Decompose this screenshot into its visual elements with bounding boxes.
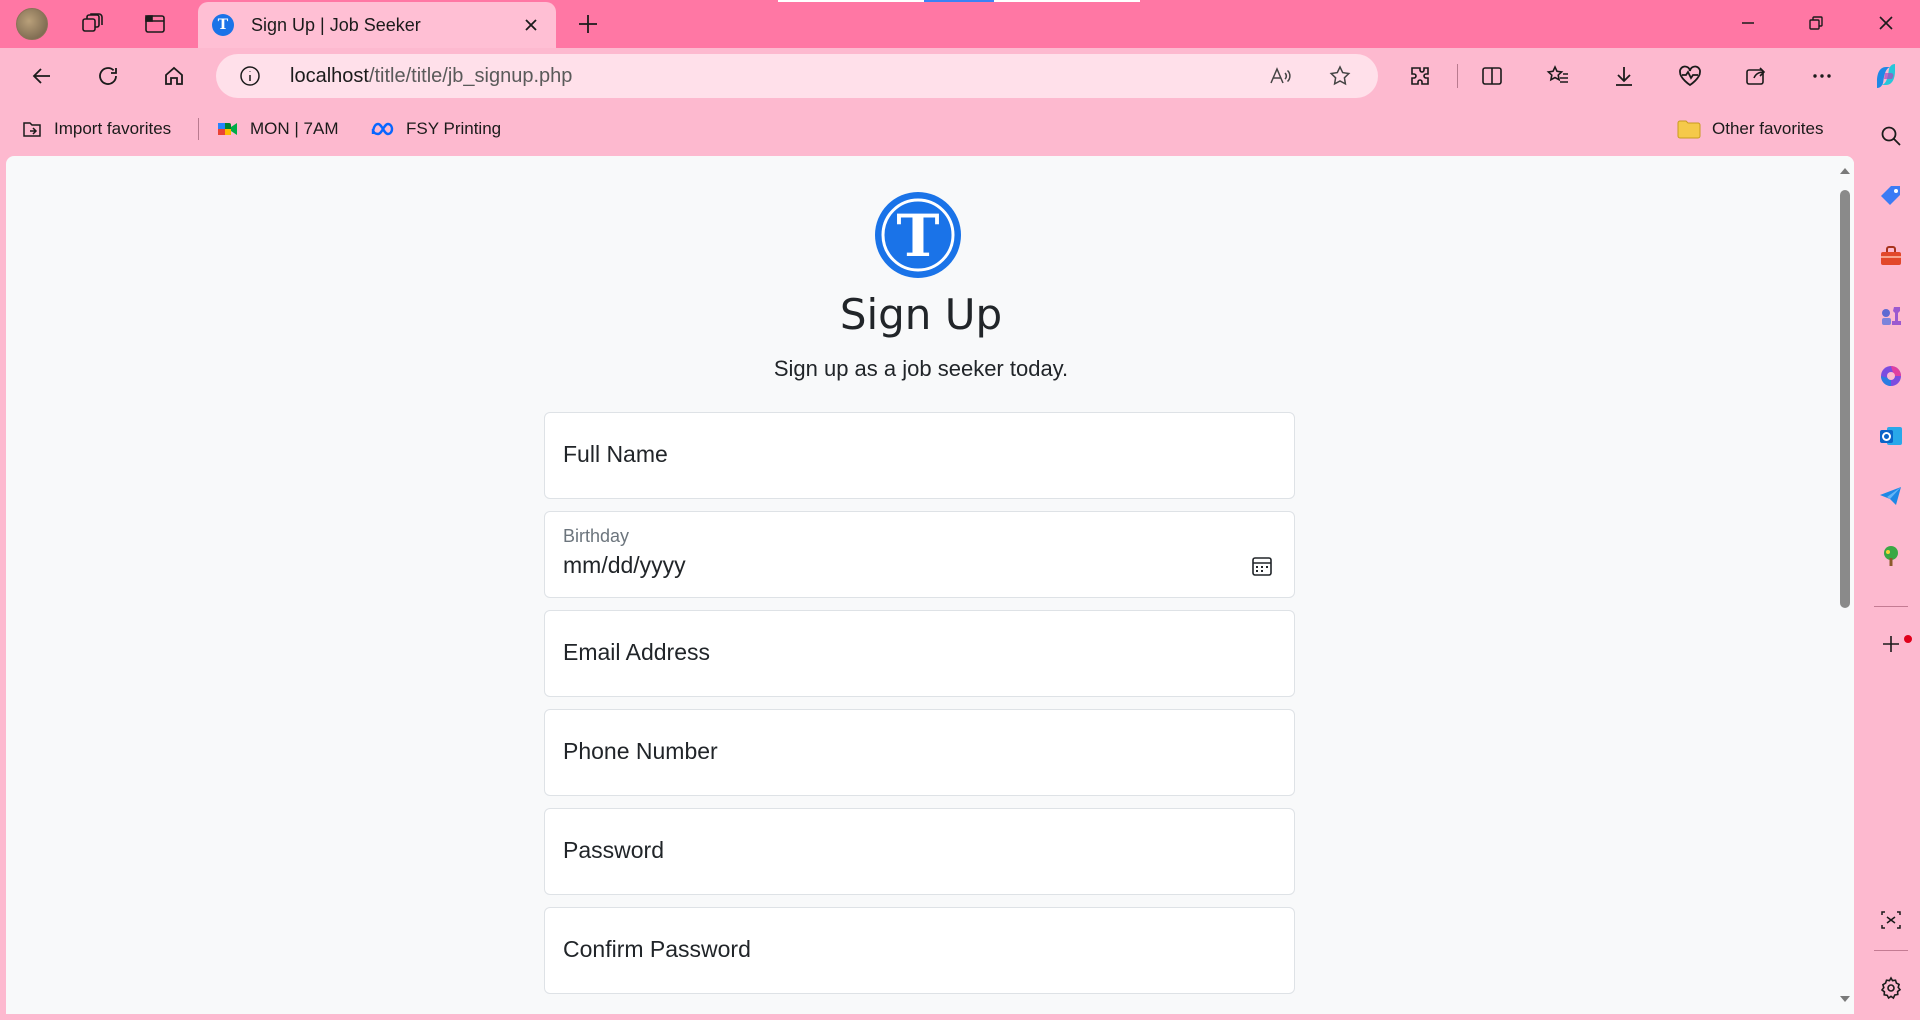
loading-strip-active <box>924 0 994 2</box>
url-path: /title/title/jb_signup.php <box>368 65 573 87</box>
tab-title: Sign Up | Job Seeker <box>251 15 421 35</box>
favorites-divider <box>198 118 199 140</box>
tab-sign-up[interactable]: T Sign Up | Job Seeker <box>198 2 556 48</box>
meta-icon <box>371 122 394 136</box>
sidebar-divider-bottom <box>1874 950 1908 951</box>
copilot-icon[interactable] <box>1868 58 1904 94</box>
scroll-down-icon[interactable] <box>1839 994 1851 1004</box>
page-subtitle: Sign up as a job seeker today. <box>773 356 1069 381</box>
full-name-input[interactable] <box>563 441 1263 468</box>
page-viewport: T Sign Up Sign up as a job seeker today.… <box>6 156 1854 1014</box>
favorite-label: Import favorites <box>54 119 172 138</box>
calendar-icon[interactable] <box>1250 554 1274 578</box>
refresh-icon[interactable] <box>90 58 126 94</box>
email-field[interactable] <box>544 610 1295 697</box>
full-name-field[interactable] <box>544 412 1295 499</box>
site-info-icon[interactable] <box>238 64 262 88</box>
read-aloud-icon[interactable] <box>1266 62 1294 90</box>
notification-dot <box>1904 635 1912 643</box>
share-icon[interactable] <box>1738 58 1774 94</box>
other-favorites-folder[interactable]: Other favorites <box>1676 116 1824 142</box>
restore-icon[interactable] <box>1784 0 1848 46</box>
favorite-star-icon[interactable] <box>1326 62 1354 90</box>
more-options-icon[interactable] <box>1804 58 1840 94</box>
profile-avatar[interactable] <box>16 8 48 40</box>
tab-favicon-icon: T <box>212 14 234 36</box>
home-icon[interactable] <box>156 58 192 94</box>
microsoft-365-icon[interactable] <box>1871 356 1911 396</box>
favorite-fsy-printing[interactable]: FSY Printing <box>370 116 501 142</box>
workspaces-icon[interactable] <box>76 8 108 40</box>
browser-essentials-icon[interactable] <box>1672 58 1708 94</box>
phone-field[interactable] <box>544 709 1295 796</box>
new-tab-button[interactable] <box>572 8 604 40</box>
favorites-icon[interactable] <box>1540 58 1576 94</box>
signup-page: T Sign Up Sign up as a job seeker today.… <box>6 156 1836 1014</box>
toolbar-divider <box>1457 64 1458 88</box>
extensions-icon[interactable] <box>1402 58 1438 94</box>
birthday-label: Birthday <box>563 526 630 546</box>
loading-strip <box>778 0 924 2</box>
google-meet-icon <box>218 123 237 135</box>
address-bar[interactable]: localhost/title/title/jb_signup.php <box>216 54 1378 98</box>
outlook-icon[interactable] <box>1871 416 1911 456</box>
page-title: Sign Up <box>839 290 1003 339</box>
favorite-label: MON | 7AM <box>250 119 339 138</box>
close-tab-icon[interactable] <box>518 12 544 38</box>
confirm-password-input[interactable] <box>563 936 1263 963</box>
vertical-tabs-icon[interactable] <box>139 8 171 40</box>
split-screen-icon[interactable] <box>1474 58 1510 94</box>
toolbar: localhost/title/title/jb_signup.php <box>0 48 1920 104</box>
send-telegram-icon[interactable] <box>1871 476 1911 516</box>
sidebar-settings-icon[interactable] <box>1871 968 1911 1008</box>
sidebar-divider <box>1874 606 1908 607</box>
back-icon[interactable] <box>24 58 60 94</box>
scroll-up-icon[interactable] <box>1839 166 1851 176</box>
add-sidebar-app-icon[interactable] <box>1871 624 1911 664</box>
shopping-tag-icon[interactable] <box>1871 176 1911 216</box>
favorite-mon-7am[interactable]: MON | 7AM <box>216 116 338 142</box>
minimize-icon[interactable] <box>1716 0 1780 46</box>
email-input[interactable] <box>563 639 1263 666</box>
games-chess-icon[interactable] <box>1871 296 1911 336</box>
title-bar: T Sign Up | Job Seeker <box>0 0 1920 48</box>
favorites-bar: Import favorites MON | 7AM FSY Printing … <box>0 104 1920 154</box>
site-logo-icon: T <box>875 192 961 278</box>
scroll-thumb[interactable] <box>1840 190 1850 608</box>
favorite-import[interactable]: Import favorites <box>20 116 171 142</box>
password-field[interactable] <box>544 808 1295 895</box>
logo-letter: T <box>896 202 939 270</box>
url-host: localhost <box>290 65 369 87</box>
favorite-label: FSY Printing <box>406 119 502 138</box>
tree-app-icon[interactable] <box>1871 536 1911 576</box>
confirm-password-field[interactable] <box>544 907 1295 994</box>
birthday-input[interactable]: mm/dd/yyyy <box>563 552 686 579</box>
loading-strip-end <box>994 0 1140 2</box>
birthday-field[interactable]: Birthday mm/dd/yyyy <box>544 511 1295 598</box>
sidebar-search-icon[interactable] <box>1871 116 1911 156</box>
import-favorites-icon <box>23 122 41 137</box>
phone-input[interactable] <box>563 738 1263 765</box>
close-window-icon[interactable] <box>1854 0 1918 46</box>
downloads-icon[interactable] <box>1606 58 1642 94</box>
tools-toolbox-icon[interactable] <box>1871 236 1911 276</box>
page-scrollbar[interactable] <box>1836 156 1854 1014</box>
edge-sidebar <box>1862 104 1920 1020</box>
address-url[interactable]: localhost/title/title/jb_signup.php <box>290 65 572 88</box>
password-input[interactable] <box>563 837 1263 864</box>
screenshot-capture-icon[interactable] <box>1871 900 1911 940</box>
folder-icon <box>1677 120 1701 139</box>
other-favorites-label: Other favorites <box>1712 119 1824 138</box>
